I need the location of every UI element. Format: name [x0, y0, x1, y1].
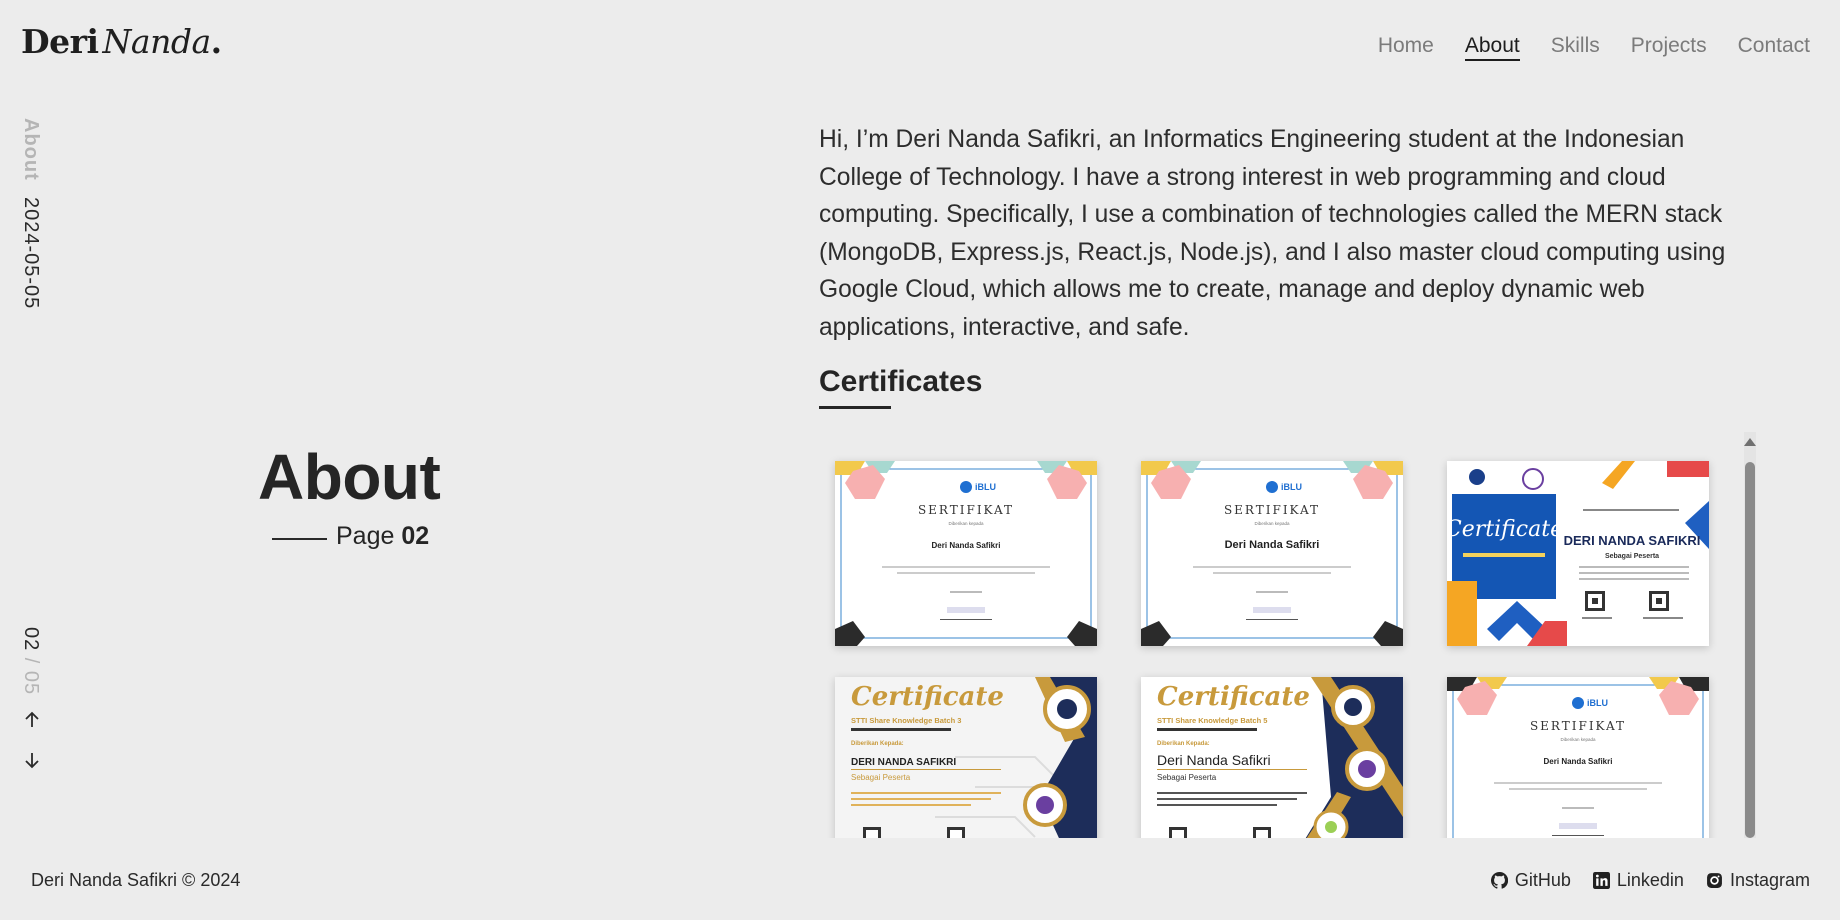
card-name: Deri Nanda Safikri	[1544, 757, 1613, 766]
nav-home[interactable]: Home	[1378, 34, 1434, 61]
card-heading: SERTIFIKAT	[1530, 719, 1626, 733]
scroll-up-icon[interactable]	[1744, 438, 1756, 446]
site-logo[interactable]: Deri Nanda.	[21, 22, 222, 61]
page-total: 05	[20, 670, 42, 696]
nav-about[interactable]: About	[1464, 34, 1520, 61]
card-role: Sebagai Peserta	[851, 773, 911, 782]
github-link[interactable]: GitHub	[1490, 870, 1571, 891]
card-heading: Certificate	[851, 682, 1004, 712]
side-date: 2024-05-05	[20, 197, 42, 310]
github-icon	[1490, 872, 1508, 889]
nav-contact[interactable]: Contact	[1738, 34, 1810, 61]
certificate-card[interactable]: Certificate DERI NANDA SAFIKRI Sebagai P…	[1447, 461, 1709, 646]
logo-first: Deri	[21, 22, 99, 61]
linkedin-icon	[1592, 872, 1610, 889]
card-given: Diberikan kepada	[1254, 521, 1290, 526]
linkedin-link[interactable]: Linkedin	[1592, 870, 1684, 891]
side-page-counter: 02 / 05	[19, 627, 42, 695]
card-heading: Certificate	[1447, 517, 1563, 542]
certificate-card[interactable]: iBLU SERTIFIKAT Diberikan kepada Deri Na…	[1141, 461, 1403, 646]
certificate-card[interactable]: Certificate STTI Share Knowledge Batch 5…	[1141, 677, 1403, 838]
footer-copyright: Deri Nanda Safikri © 2024	[31, 870, 241, 890]
certificate-gallery[interactable]: iBLU SERTIFIKAT Diberikan kepada Deri Na…	[819, 432, 1754, 838]
scrollbar-thumb[interactable]	[1745, 462, 1755, 838]
gallery-scrollbar[interactable]	[1741, 432, 1757, 838]
instagram-link[interactable]: Instagram	[1706, 870, 1810, 891]
certificates-heading: Certificates	[819, 365, 983, 398]
instagram-icon	[1707, 873, 1722, 888]
page-number: 02	[401, 522, 430, 550]
card-given: Diberikan Kepada:	[1157, 741, 1210, 747]
card-heading: Certificate	[1157, 682, 1310, 712]
card-name: Deri Nanda Safikri	[932, 541, 1001, 550]
page-line-divider	[272, 538, 327, 540]
card-event: STTI Share Knowledge Batch 3	[851, 716, 961, 725]
certificates-underline	[819, 406, 891, 409]
nav-projects[interactable]: Projects	[1631, 34, 1707, 61]
card-name: Deri Nanda Safikri	[1157, 752, 1271, 768]
card-name: DERI NANDA SAFIKRI	[1564, 533, 1701, 548]
about-intro: Hi, I’m Deri Nanda Safikri, an Informati…	[819, 126, 1726, 341]
card-role: Sebagai Peserta	[1605, 553, 1659, 560]
card-event: STTI Share Knowledge Batch 5	[1157, 716, 1267, 725]
linkedin-label: Linkedin	[1616, 870, 1684, 890]
page-sep: /	[20, 651, 42, 671]
page-indicator: Page 02	[336, 522, 429, 551]
card-role: Sebagai Peserta	[1157, 773, 1217, 782]
card-given: Diberikan kepada	[1560, 737, 1596, 742]
nav-skills[interactable]: Skills	[1551, 34, 1600, 61]
card-name: DERI NANDA SAFIKRI	[851, 757, 956, 768]
footer-social-links: GitHub Linkedin Instagram	[1490, 870, 1810, 891]
card-heading: SERTIFIKAT	[918, 503, 1014, 517]
side-section-label: About	[20, 118, 42, 181]
main-nav: Home About Skills Projects Contact	[1378, 34, 1810, 61]
logo-dot: .	[210, 22, 223, 61]
card-org: iBLU	[1587, 698, 1608, 708]
card-heading: SERTIFIKAT	[1224, 503, 1320, 517]
arrow-down-icon[interactable]	[22, 750, 42, 770]
card-org: iBLU	[1281, 482, 1302, 492]
certificate-card[interactable]: iBLU SERTIFIKAT Diberikan kepada Deri Na…	[835, 461, 1097, 646]
card-given: Diberikan kepada	[948, 521, 984, 526]
card-name: Deri Nanda Safikri	[1225, 539, 1320, 551]
card-given: Diberikan Kepada:	[851, 741, 904, 747]
certificate-card[interactable]: Certificate STTI Share Knowledge Batch 3…	[835, 677, 1097, 838]
arrow-up-icon[interactable]	[22, 710, 42, 730]
page-word: Page	[336, 522, 395, 550]
card-org: iBLU	[975, 482, 996, 492]
github-label: GitHub	[1514, 870, 1571, 890]
logo-second: Nanda	[102, 22, 212, 61]
certificate-card[interactable]: iBLU SERTIFIKAT Diberikan kepada Deri Na…	[1447, 677, 1709, 838]
instagram-label: Instagram	[1729, 870, 1810, 890]
page-current: 02	[20, 627, 42, 652]
page-title: About	[258, 441, 441, 513]
